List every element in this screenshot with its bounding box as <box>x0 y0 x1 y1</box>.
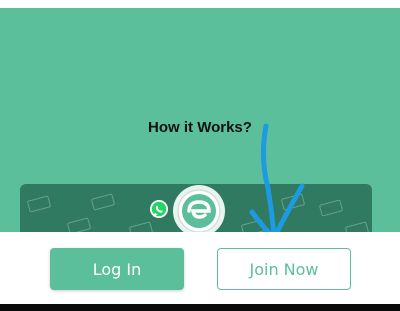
pattern-decoration <box>26 195 52 213</box>
hero-title: How it Works? <box>148 119 252 136</box>
top-bar <box>0 0 400 8</box>
pattern-decoration <box>90 193 116 211</box>
login-button[interactable]: Log In <box>50 248 184 290</box>
app-screen: How it Works? Log In Join Now <box>0 0 400 311</box>
app-logo-icon <box>173 185 225 237</box>
join-now-button[interactable]: Join Now <box>217 248 351 290</box>
whatsapp-icon <box>150 200 168 218</box>
pattern-decoration <box>318 199 344 217</box>
pattern-decoration <box>280 193 306 211</box>
system-navigation-strip <box>0 304 400 311</box>
